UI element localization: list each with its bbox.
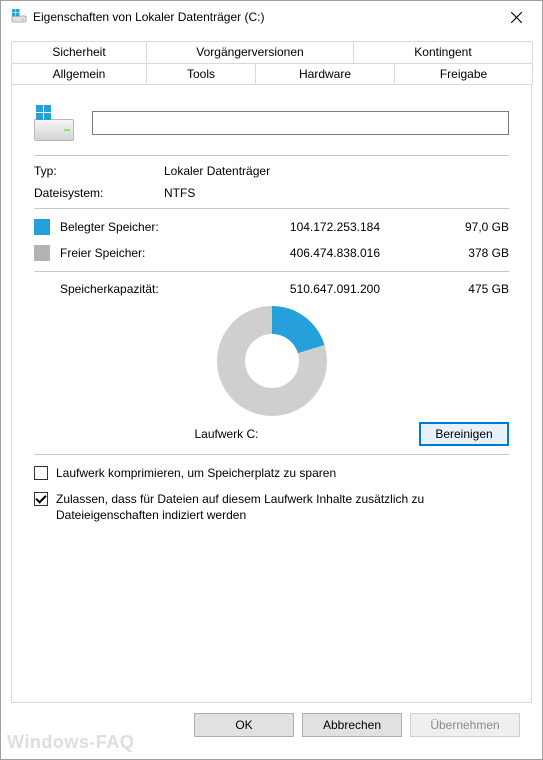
volume-name-input[interactable]	[92, 111, 509, 135]
free-space-hr: 378 GB	[380, 246, 509, 260]
windows-logo-icon	[36, 105, 52, 121]
filesystem-label: Dateisystem:	[34, 186, 164, 200]
drive-caption: Laufwerk C:	[34, 427, 419, 441]
drive-icon	[34, 105, 74, 141]
window-title: Eigenschaften von Lokaler Datenträger (C…	[27, 10, 494, 24]
disk-cleanup-button[interactable]: Bereinigen	[419, 422, 509, 446]
separator	[34, 208, 509, 209]
close-button[interactable]	[494, 2, 538, 32]
type-value: Lokaler Datenträger	[164, 164, 509, 178]
used-space-hr: 97,0 GB	[380, 220, 509, 234]
separator	[34, 271, 509, 272]
tab-hardware[interactable]: Hardware	[255, 63, 395, 85]
tab-previous-versions[interactable]: Vorgängerversionen	[146, 41, 354, 63]
filesystem-value: NTFS	[164, 186, 509, 200]
tab-tools[interactable]: Tools	[146, 63, 256, 85]
compress-label: Laufwerk komprimieren, um Speicherplatz …	[56, 465, 336, 481]
ok-button[interactable]: OK	[194, 713, 294, 737]
index-checkbox[interactable]	[34, 492, 48, 506]
close-icon	[511, 12, 522, 23]
capacity-hr: 475 GB	[380, 282, 509, 296]
usage-pie-chart	[217, 306, 327, 416]
dialog-body: Sicherheit Vorgängerversionen Kontingent…	[1, 33, 542, 759]
properties-dialog: Eigenschaften von Lokaler Datenträger (C…	[0, 0, 543, 760]
used-space-swatch	[34, 219, 50, 235]
used-space-bytes: 104.172.253.184	[230, 220, 380, 234]
free-space-bytes: 406.474.838.016	[230, 246, 380, 260]
compress-checkbox[interactable]	[34, 466, 48, 480]
free-space-swatch	[34, 245, 50, 261]
tab-row-back: Sicherheit Vorgängerversionen Kontingent	[11, 41, 532, 63]
index-label: Zulassen, dass für Dateien auf diesem La…	[56, 491, 509, 523]
tab-row-front: Allgemein Tools Hardware Freigabe	[11, 63, 532, 85]
free-space-label: Freier Speicher:	[60, 246, 230, 260]
capacity-bytes: 510.647.091.200	[230, 282, 380, 296]
tab-sharing[interactable]: Freigabe	[394, 63, 533, 85]
tab-rows: Sicherheit Vorgängerversionen Kontingent…	[11, 41, 532, 85]
tab-general[interactable]: Allgemein	[11, 63, 147, 85]
tab-security[interactable]: Sicherheit	[11, 41, 147, 63]
used-space-label: Belegter Speicher:	[60, 220, 230, 234]
tab-quota[interactable]: Kontingent	[353, 41, 533, 63]
separator	[34, 155, 509, 156]
tab-panel-general: Typ: Lokaler Datenträger Dateisystem: NT…	[11, 84, 532, 703]
cancel-button[interactable]: Abbrechen	[302, 713, 402, 737]
apply-button[interactable]: Übernehmen	[410, 713, 520, 737]
drive-icon-small	[11, 9, 27, 25]
type-label: Typ:	[34, 164, 164, 178]
dialog-button-row: OK Abbrechen Übernehmen	[11, 703, 532, 749]
separator	[34, 454, 509, 455]
tab-container: Sicherheit Vorgängerversionen Kontingent…	[11, 41, 532, 703]
titlebar: Eigenschaften von Lokaler Datenträger (C…	[1, 1, 542, 33]
capacity-label: Speicherkapazität:	[60, 282, 230, 296]
